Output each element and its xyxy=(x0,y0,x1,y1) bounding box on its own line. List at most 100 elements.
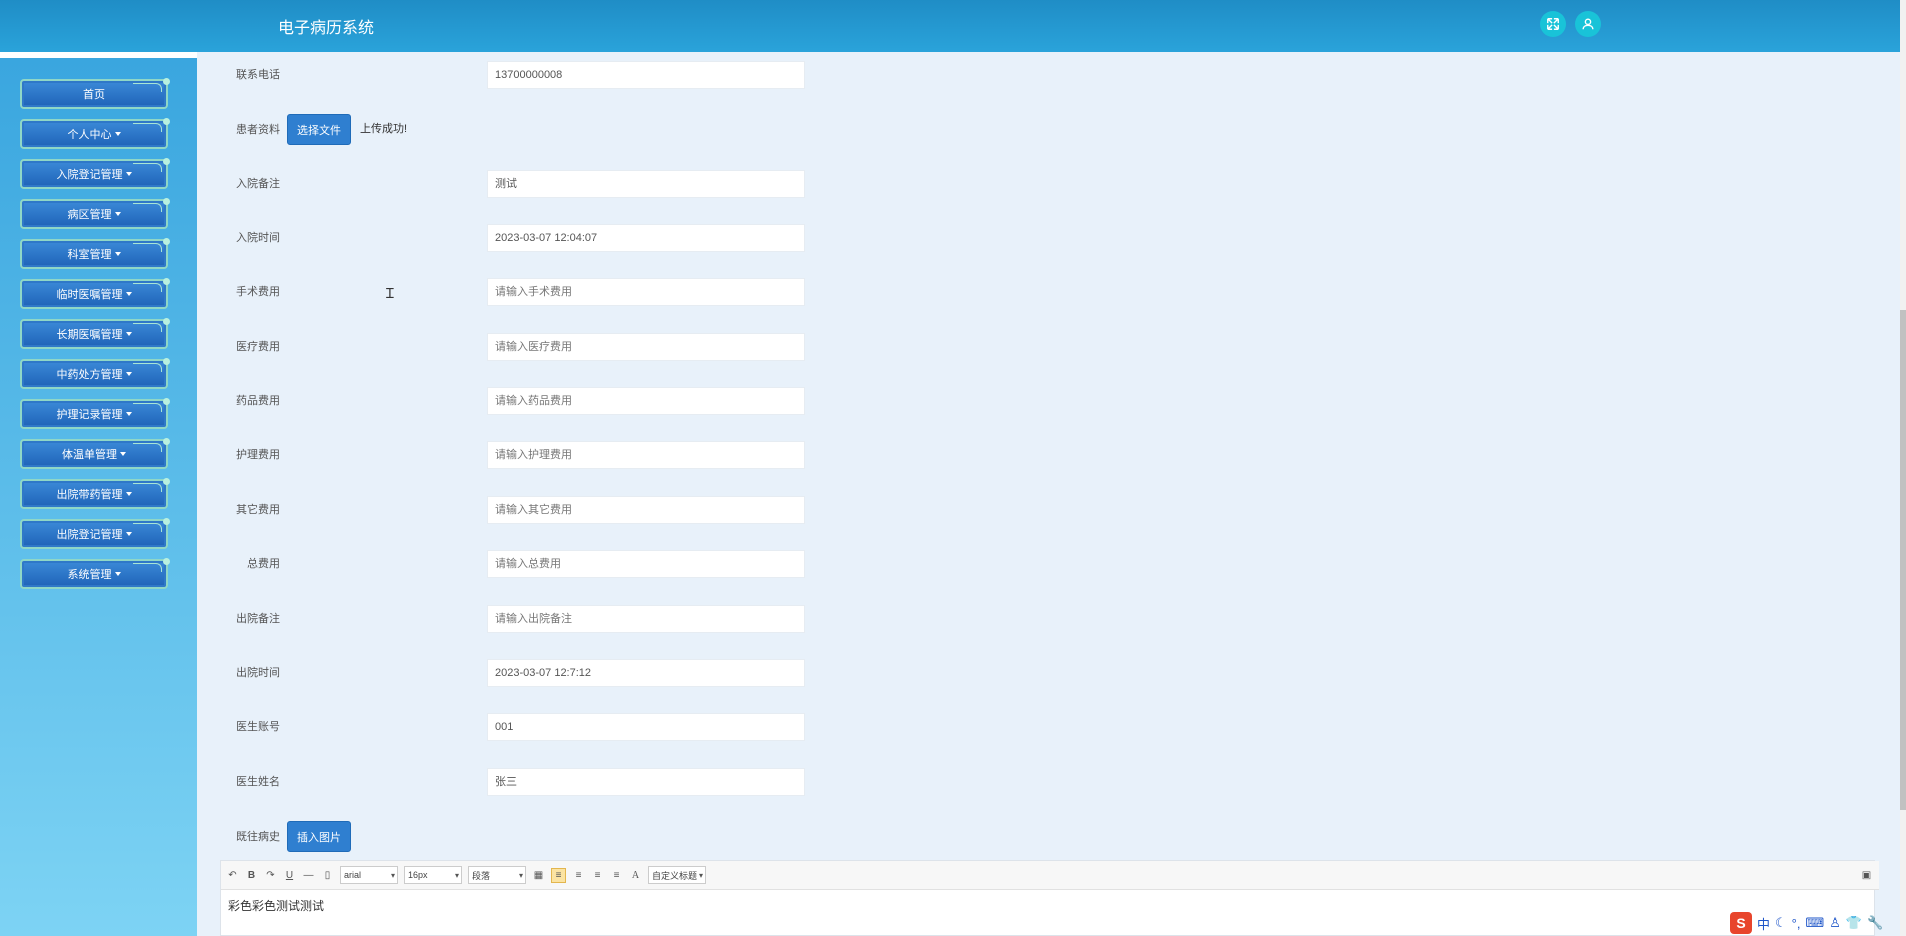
sidebar-item-label: 出院登记管理 xyxy=(56,529,123,541)
shirt-icon[interactable]: 👕 xyxy=(1846,915,1862,931)
page-scrollbar[interactable] xyxy=(1900,0,1906,936)
top-bar: 电子病历系统 xyxy=(0,0,1900,52)
ornament-icon xyxy=(133,123,162,132)
ornament-icon xyxy=(133,243,162,252)
sidebar-item[interactable]: 病区管理 xyxy=(20,198,170,229)
doctor-account-input[interactable]: 001 xyxy=(487,713,805,741)
sidebar-item-label: 个人中心 xyxy=(67,129,112,141)
align-justify-icon[interactable]: ≡ xyxy=(610,869,623,882)
medical-fee-label: 医疗费用 xyxy=(236,341,280,353)
sidebar-item-label: 系统管理 xyxy=(67,569,112,581)
custom-title-select[interactable]: 自定义标题 xyxy=(648,866,706,884)
ornament-icon xyxy=(133,283,162,292)
drug-fee-label: 药品费用 xyxy=(236,395,280,407)
surgery-fee-input[interactable]: 请输入手术费用 xyxy=(487,278,805,306)
sidebar-item-label: 科室管理 xyxy=(67,249,112,261)
nursing-fee-input[interactable]: 请输入护理费用 xyxy=(487,441,805,469)
ime-mode[interactable]: 中 xyxy=(1757,914,1770,933)
choose-file-button[interactable]: 选择文件 xyxy=(287,114,351,145)
sidebar-item[interactable]: 首页 xyxy=(20,78,170,109)
phone-input[interactable]: 13700000008 xyxy=(487,61,805,89)
scrollbar-thumb[interactable] xyxy=(1900,310,1906,810)
doctor-account-label: 医生账号 xyxy=(236,721,280,733)
sidebar-item-label: 出院带药管理 xyxy=(56,489,123,501)
nursing-fee-label: 护理费用 xyxy=(236,449,280,461)
user-icon[interactable] xyxy=(1575,11,1601,37)
discharge-time-label: 出院时间 xyxy=(236,667,280,679)
discharge-time-input[interactable]: 2023-03-07 12:7:12 xyxy=(487,659,805,687)
fullscreen-editor-icon[interactable]: ▣ xyxy=(1860,869,1873,882)
discharge-note-label: 出院备注 xyxy=(236,613,280,625)
ornament-icon xyxy=(133,163,162,172)
discharge-note-input[interactable]: 请输入出院备注 xyxy=(487,605,805,633)
punctuation-icon[interactable]: °, xyxy=(1792,916,1801,931)
bold-icon[interactable]: B xyxy=(245,869,258,882)
ornament-dot-icon xyxy=(163,358,170,365)
redo-icon[interactable]: ↷ xyxy=(264,869,277,882)
drug-fee-input[interactable]: 请输入药品费用 xyxy=(487,387,805,415)
sidebar-item[interactable]: 科室管理 xyxy=(20,238,170,269)
ornament-dot-icon xyxy=(163,438,170,445)
ornament-dot-icon xyxy=(163,518,170,525)
font-color-icon[interactable]: A xyxy=(629,869,642,882)
align-center-icon[interactable]: ≡ xyxy=(591,869,604,882)
sidebar-item[interactable]: 系统管理 xyxy=(20,558,170,589)
horizontal-rule-icon[interactable]: — xyxy=(302,869,315,882)
other-fee-input[interactable]: 请输入其它费用 xyxy=(487,496,805,524)
chevron-down-icon xyxy=(125,172,132,176)
insert-image-button[interactable]: 插入图片 xyxy=(287,821,351,852)
moon-icon[interactable]: ☾ xyxy=(1775,915,1787,931)
sidebar-item[interactable]: 护理记录管理 xyxy=(20,398,170,429)
person-icon[interactable]: ♙ xyxy=(1829,915,1841,931)
total-fee-label: 总费用 xyxy=(247,558,280,570)
sidebar-item[interactable]: 个人中心 xyxy=(20,118,170,149)
sidebar-item[interactable]: 体温单管理 xyxy=(20,438,170,469)
surgery-fee-label: 手术费用 xyxy=(236,286,280,298)
paragraph-select[interactable]: 段落 xyxy=(468,866,526,884)
other-fee-label: 其它费用 xyxy=(236,504,280,516)
undo-icon[interactable]: ↶ xyxy=(226,869,239,882)
admission-note-input[interactable]: 测试 xyxy=(487,170,805,198)
chevron-down-icon xyxy=(114,132,121,136)
align-left-icon[interactable]: ≡ xyxy=(551,867,566,883)
ornament-icon xyxy=(133,203,162,212)
ime-toolbar: S 中 ☾ °, ⌨ ♙ 👕 🔧 xyxy=(1730,912,1883,934)
admission-time-input[interactable]: 2023-03-07 12:04:07 xyxy=(487,224,805,252)
rich-text-editor[interactable]: ↶ B ↷ U — ▯ arial 16px 段落 ▦ ≡ ≡ ≡ ≡ A 自定… xyxy=(220,860,1879,936)
phone-label: 联系电话 xyxy=(236,69,280,81)
ornament-icon xyxy=(133,83,162,92)
patient-file-label: 患者资料 xyxy=(236,124,280,136)
fullscreen-icon[interactable] xyxy=(1540,11,1566,37)
sidebar-item[interactable]: 出院带药管理 xyxy=(20,478,170,509)
doctor-name-input[interactable]: 张三 xyxy=(487,768,805,796)
chevron-down-icon xyxy=(125,532,132,536)
sidebar-item[interactable]: 出院登记管理 xyxy=(20,518,170,549)
sidebar-item[interactable]: 临时医嘱管理 xyxy=(20,278,170,309)
sidebar-item-label: 病区管理 xyxy=(67,209,112,221)
underline-icon[interactable]: U xyxy=(283,869,296,882)
sidebar-item[interactable]: 中药处方管理 xyxy=(20,358,170,389)
font-size-select[interactable]: 16px xyxy=(404,866,462,884)
ornament-icon xyxy=(133,523,162,532)
text-cursor-icon: Ɪ xyxy=(386,285,394,301)
chevron-down-icon xyxy=(125,372,132,376)
paste-icon[interactable]: ▯ xyxy=(321,869,334,882)
total-fee-input[interactable]: 请输入总费用 xyxy=(487,550,805,578)
upload-status: 上传成功! xyxy=(360,123,408,135)
chevron-down-icon xyxy=(114,212,121,216)
table-icon[interactable]: ▦ xyxy=(532,869,545,882)
font-family-select[interactable]: arial xyxy=(340,866,398,884)
keyboard-icon[interactable]: ⌨ xyxy=(1805,915,1824,931)
sidebar-item[interactable]: 长期医嘱管理 xyxy=(20,318,170,349)
ornament-dot-icon xyxy=(163,478,170,485)
wrench-icon[interactable]: 🔧 xyxy=(1867,915,1883,931)
ornament-icon xyxy=(133,563,162,572)
editor-content[interactable]: 彩色彩色测试测试 xyxy=(228,897,324,914)
ornament-icon xyxy=(133,443,162,452)
ornament-icon xyxy=(133,323,162,332)
sidebar-item-label: 首页 xyxy=(83,89,105,101)
align-right-icon[interactable]: ≡ xyxy=(572,869,585,882)
sidebar-item[interactable]: 入院登记管理 xyxy=(20,158,170,189)
sogou-logo-icon[interactable]: S xyxy=(1730,912,1752,934)
medical-fee-input[interactable]: 请输入医疗费用 xyxy=(487,333,805,361)
